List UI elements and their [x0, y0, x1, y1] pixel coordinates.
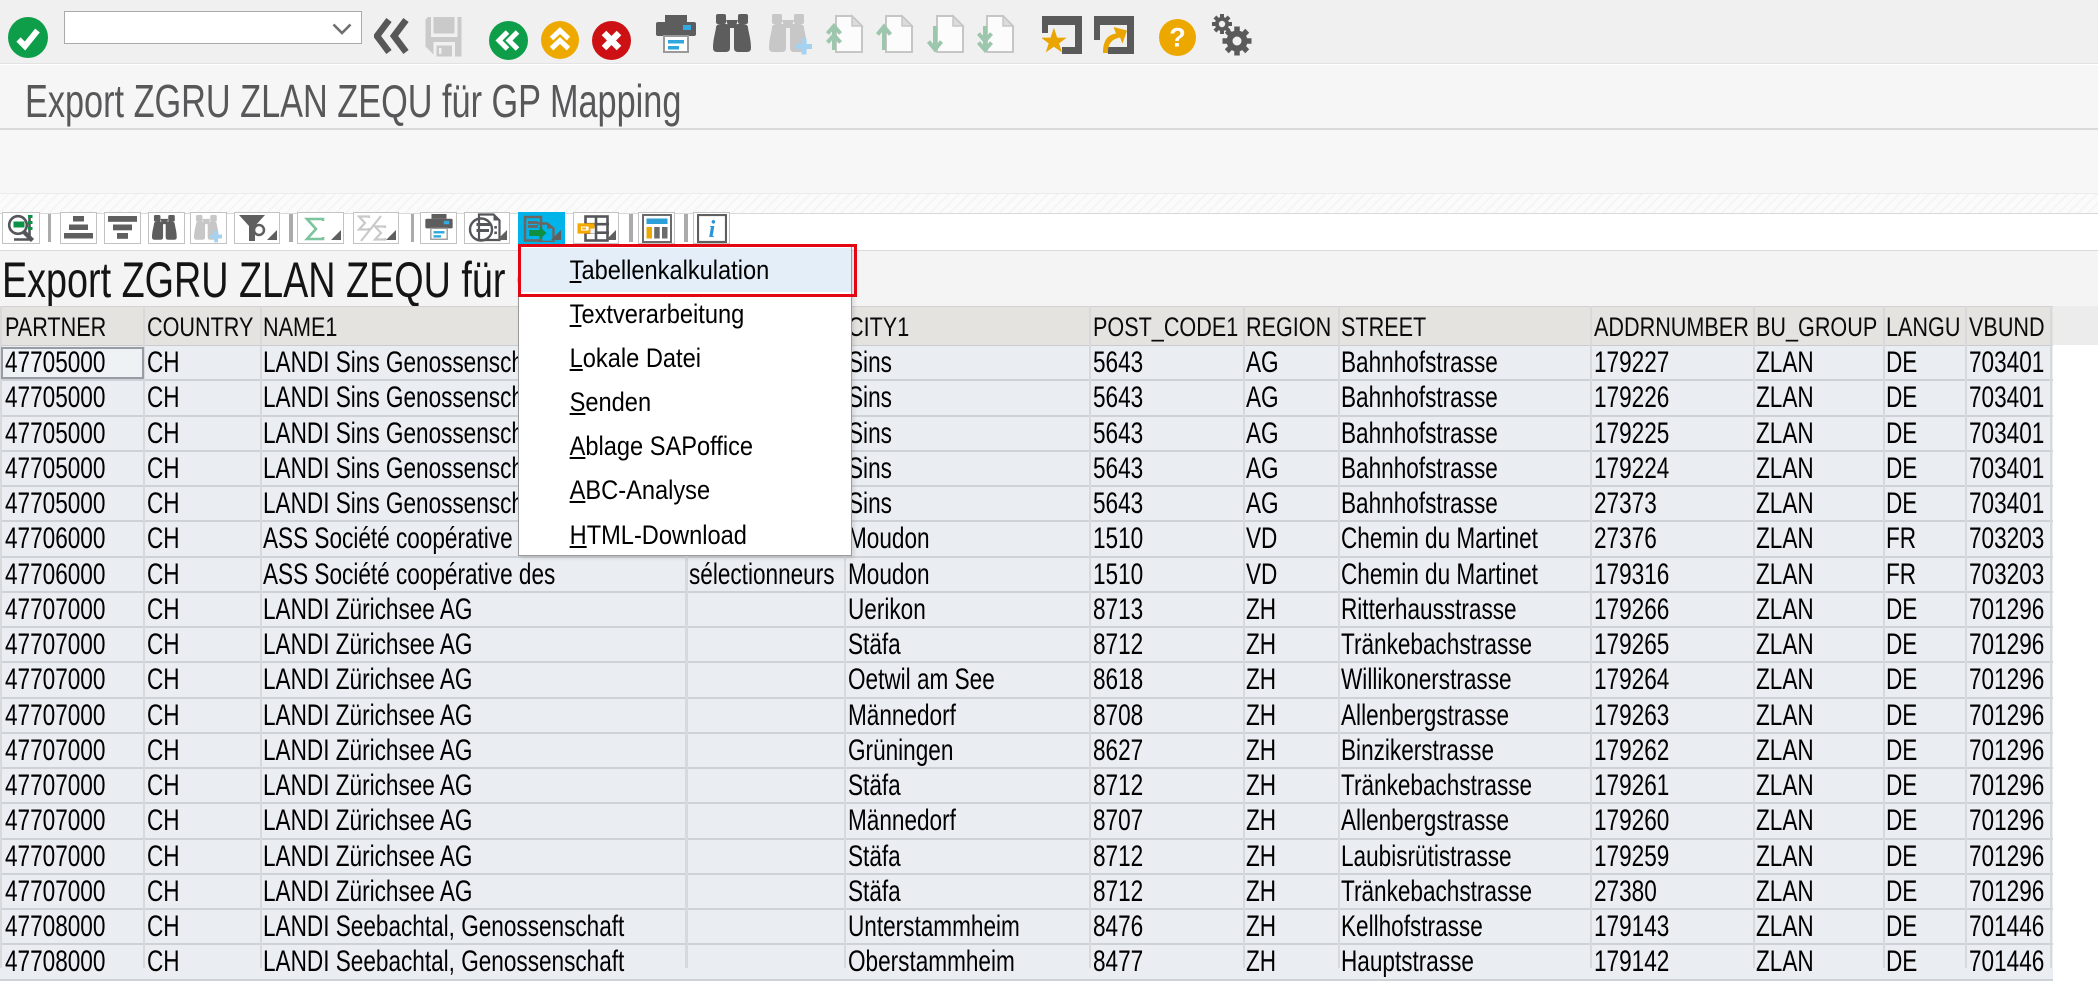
svg-text:i: i — [708, 217, 715, 243]
svg-text:?: ? — [1169, 23, 1186, 53]
